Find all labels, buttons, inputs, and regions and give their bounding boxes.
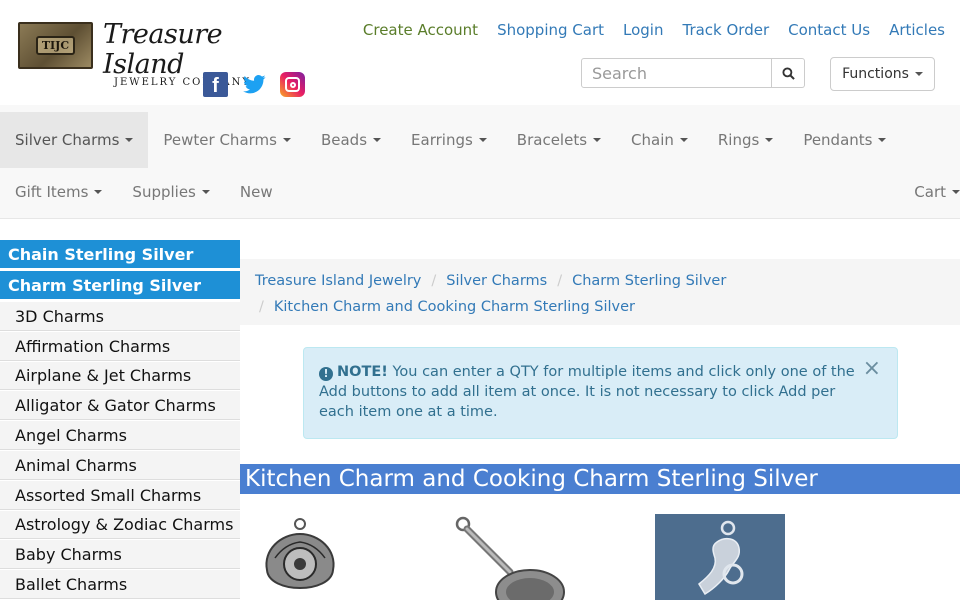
sidebar-item[interactable]: Airplane & Jet Charms bbox=[0, 361, 240, 392]
search-button[interactable] bbox=[772, 58, 805, 88]
nav-new[interactable]: New bbox=[225, 167, 288, 217]
sidebar-item[interactable]: 3D Charms bbox=[0, 302, 240, 332]
articles-link[interactable]: Articles bbox=[889, 21, 945, 39]
nav-beads[interactable]: Beads bbox=[306, 112, 396, 168]
twitter-icon[interactable] bbox=[242, 72, 267, 97]
create-account-link[interactable]: Create Account bbox=[363, 21, 478, 39]
breadcrumb-link[interactable]: Charm Sterling Silver bbox=[572, 273, 726, 289]
nav-cart[interactable]: Cart bbox=[914, 167, 960, 217]
sidebar-heading-charm[interactable]: Charm Sterling Silver bbox=[0, 271, 240, 302]
category-sidebar: Chain Sterling Silver Charm Sterling Sil… bbox=[0, 240, 240, 600]
product-image[interactable] bbox=[450, 514, 570, 600]
shopping-cart-link[interactable]: Shopping Cart bbox=[497, 21, 604, 39]
product-image[interactable] bbox=[255, 514, 345, 600]
track-order-link[interactable]: Track Order bbox=[682, 21, 769, 39]
nav-pendants[interactable]: Pendants bbox=[788, 112, 901, 168]
brand-name: Treasure Island bbox=[103, 19, 223, 80]
breadcrumb-link[interactable]: Silver Charms bbox=[446, 273, 547, 289]
alert-text: You can enter a QTY for multiple items a… bbox=[319, 364, 855, 420]
breadcrumb-separator: / bbox=[557, 273, 563, 289]
page-title: Kitchen Charm and Cooking Charm Sterling… bbox=[240, 464, 960, 494]
breadcrumb-current[interactable]: Kitchen Charm and Cooking Charm Sterling… bbox=[274, 299, 635, 315]
info-alert: ! NOTE! You can enter a QTY for multiple … bbox=[303, 347, 898, 439]
sidebar-item[interactable]: Assorted Small Charms bbox=[0, 480, 240, 511]
sidebar-item[interactable]: Angel Charms bbox=[0, 421, 240, 451]
close-icon[interactable]: × bbox=[863, 358, 881, 380]
sidebar-item[interactable]: Astrology & Zodiac Charms bbox=[0, 510, 240, 541]
nav-supplies[interactable]: Supplies bbox=[117, 167, 224, 217]
nav-earrings[interactable]: Earrings bbox=[396, 112, 502, 168]
nav-gift-items[interactable]: Gift Items bbox=[0, 167, 117, 217]
main-nav: Silver Charms Pewter Charms Beads Earrin… bbox=[0, 105, 960, 219]
sidebar-item[interactable]: Animal Charms bbox=[0, 450, 240, 481]
sidebar-item[interactable]: Affirmation Charms bbox=[0, 331, 240, 362]
nav-bracelets[interactable]: Bracelets bbox=[502, 112, 616, 168]
breadcrumb-link[interactable]: Treasure Island Jewelry bbox=[255, 273, 421, 289]
nav-silver-charms[interactable]: Silver Charms bbox=[0, 112, 149, 168]
sidebar-item[interactable]: Ballet Charms bbox=[0, 570, 240, 600]
sidebar-item[interactable]: Alligator & Gator Charms bbox=[0, 391, 240, 422]
nav-chain[interactable]: Chain bbox=[616, 112, 703, 168]
contact-us-link[interactable]: Contact Us bbox=[788, 21, 870, 39]
search-icon bbox=[781, 66, 795, 80]
functions-dropdown-button[interactable]: Functions bbox=[830, 57, 935, 91]
search-bar bbox=[581, 58, 805, 88]
search-input[interactable] bbox=[581, 58, 772, 88]
facebook-icon[interactable]: f bbox=[203, 72, 228, 97]
nav-pewter-charms[interactable]: Pewter Charms bbox=[148, 112, 306, 168]
functions-label: Functions bbox=[842, 66, 909, 82]
breadcrumb-separator: / bbox=[259, 299, 264, 315]
caret-down-icon bbox=[914, 72, 923, 76]
sidebar-heading-chain[interactable]: Chain Sterling Silver bbox=[0, 240, 240, 271]
site-logo[interactable]: TIJC bbox=[18, 22, 93, 69]
exclamation-icon: ! bbox=[319, 367, 333, 381]
nav-rings[interactable]: Rings bbox=[703, 112, 788, 168]
sidebar-item[interactable]: Baby Charms bbox=[0, 540, 240, 571]
instagram-icon[interactable] bbox=[280, 72, 305, 97]
login-link[interactable]: Login bbox=[623, 21, 663, 39]
product-image[interactable] bbox=[655, 514, 785, 600]
alert-label: NOTE! bbox=[337, 364, 388, 380]
breadcrumb-separator: / bbox=[431, 273, 437, 289]
breadcrumb: Treasure Island Jewelry / Silver Charms / Ch… bbox=[240, 259, 960, 325]
top-links: Create Account Shopping Cart Login Track… bbox=[344, 21, 945, 39]
logo-text: TIJC bbox=[35, 36, 76, 55]
